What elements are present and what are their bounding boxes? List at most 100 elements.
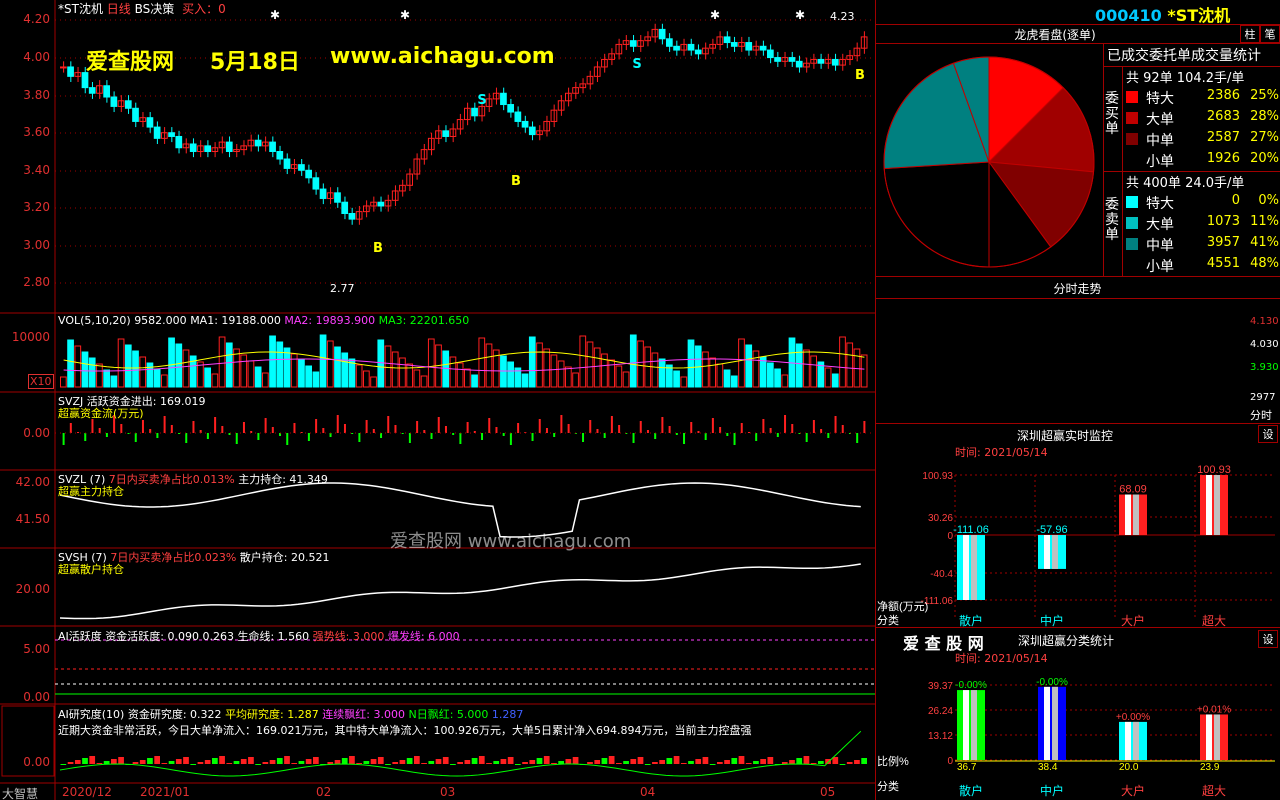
svzl-sub: 超赢主力持仓 [58,485,124,498]
y-tick: 3.40 [23,163,50,177]
candle-body [687,43,695,51]
y-tick: 3.00 [23,238,50,252]
candle-body [283,158,291,169]
volume-bar [456,362,464,388]
y-tick-label: 0 [947,756,953,767]
star-marker-icon: ✱ [270,8,280,22]
ai2-bar [435,759,442,764]
indicator-label[interactable]: BS决策 [135,2,175,16]
ai2-bar [522,762,528,764]
volume-bar [824,367,832,388]
legend-swatch [1126,91,1138,103]
classify-bar-highlight [1206,714,1212,760]
volume-bar [528,336,536,388]
tab-bar[interactable]: 柱 [1240,25,1260,43]
legend-value: 2587 [1206,130,1240,145]
monitor-bar-highlight [1214,475,1220,535]
ai2-bar [616,763,622,764]
svzj-bar [661,417,664,433]
candle-body [348,212,356,220]
svzj-bar [545,428,548,433]
volume-bar [204,367,212,388]
ai2-bar [414,756,420,764]
volume-bar [716,363,724,388]
svsh-hold: 散户持仓: 20.521 [239,551,330,564]
ai2-bar [161,763,168,764]
volume-bar [795,343,803,388]
sell-side-label: 委卖单 [1105,197,1119,243]
intraday-tick: 4.030 [1250,339,1279,350]
volume-bar [622,371,630,388]
ai2-bar [118,757,124,764]
ai2-bar [219,756,225,764]
ai2-bar [370,759,377,764]
watermark-site: 爱查股网 [86,50,175,75]
legend-percent: 11% [1250,214,1279,229]
ai2-bar [608,756,615,764]
high-marker: 4.23 [830,10,855,23]
svzj-bar [538,419,541,433]
svzj-bar [156,433,159,438]
ai2-bar [846,762,853,764]
y-tick-label: 39.37 [928,681,953,692]
candle-body [759,45,767,51]
ai2-bar [861,758,867,764]
monitor-bar-highlight [1044,535,1050,569]
buy-signal-label: B [373,241,383,256]
ai2-bar [82,758,88,764]
volume-bar [702,351,709,388]
ai2-bar [839,764,846,765]
classify-top-label: +0.01% [1197,704,1231,715]
ai2-bar [529,760,536,764]
volume-bar [103,369,110,388]
svzj-bar [257,433,260,440]
volume-bar [81,351,89,388]
ai2-bar [313,757,319,764]
volume-bar [738,338,745,388]
svzj-bar [776,433,779,437]
legend-label: 大单 [1146,112,1174,128]
svzj-bar [120,424,123,433]
volume-bar [608,359,615,388]
svzj-bar [437,417,440,433]
ai2-bar [147,758,153,764]
volume-bar [262,372,269,388]
ai2-bar [457,762,463,764]
vol-unit: X10 [28,374,54,389]
monitor-bar-group [1038,535,1066,569]
svzj-bar [517,423,520,433]
y-tick: 3.80 [23,88,50,102]
ai2-avg: 平均研究度: 1.287 [225,708,319,721]
svzj-bar [509,433,512,445]
legend-value: 4551 [1206,256,1240,271]
y-tick-label: 30.26 [928,513,953,524]
volume-bar [420,375,428,388]
ai2-bar [442,757,449,764]
ai2-bar [818,761,824,764]
ai2-bar [450,764,456,765]
monitor-bar-group [957,535,985,600]
period-label[interactable]: 日线 [107,2,131,16]
y-tick-label: -40.4 [930,569,953,580]
x-tick: 2020/12 [62,785,112,799]
svzj-bar [589,420,592,433]
volume-bar [673,370,680,388]
svzj-bar [531,433,534,441]
volume-bar [752,350,760,388]
ai2-bar [745,763,752,764]
ai2-bar [781,762,788,764]
candle-body [514,111,522,122]
ai2-bar [341,758,348,764]
x-tick: 2021/01 [140,785,190,799]
y-tick: 3.60 [23,125,50,139]
tab-pen[interactable]: 笔 [1260,25,1280,43]
classify-bar-highlight [1052,686,1058,760]
ai2-bar [183,757,189,764]
stock-name: *ST沈机 [1167,6,1231,25]
candle-body [60,66,67,69]
svzj-bar [141,420,144,433]
svzj-bar [444,426,447,433]
candle-body [269,141,276,153]
ai2-bar [197,762,204,764]
ai2-bar [168,761,175,764]
